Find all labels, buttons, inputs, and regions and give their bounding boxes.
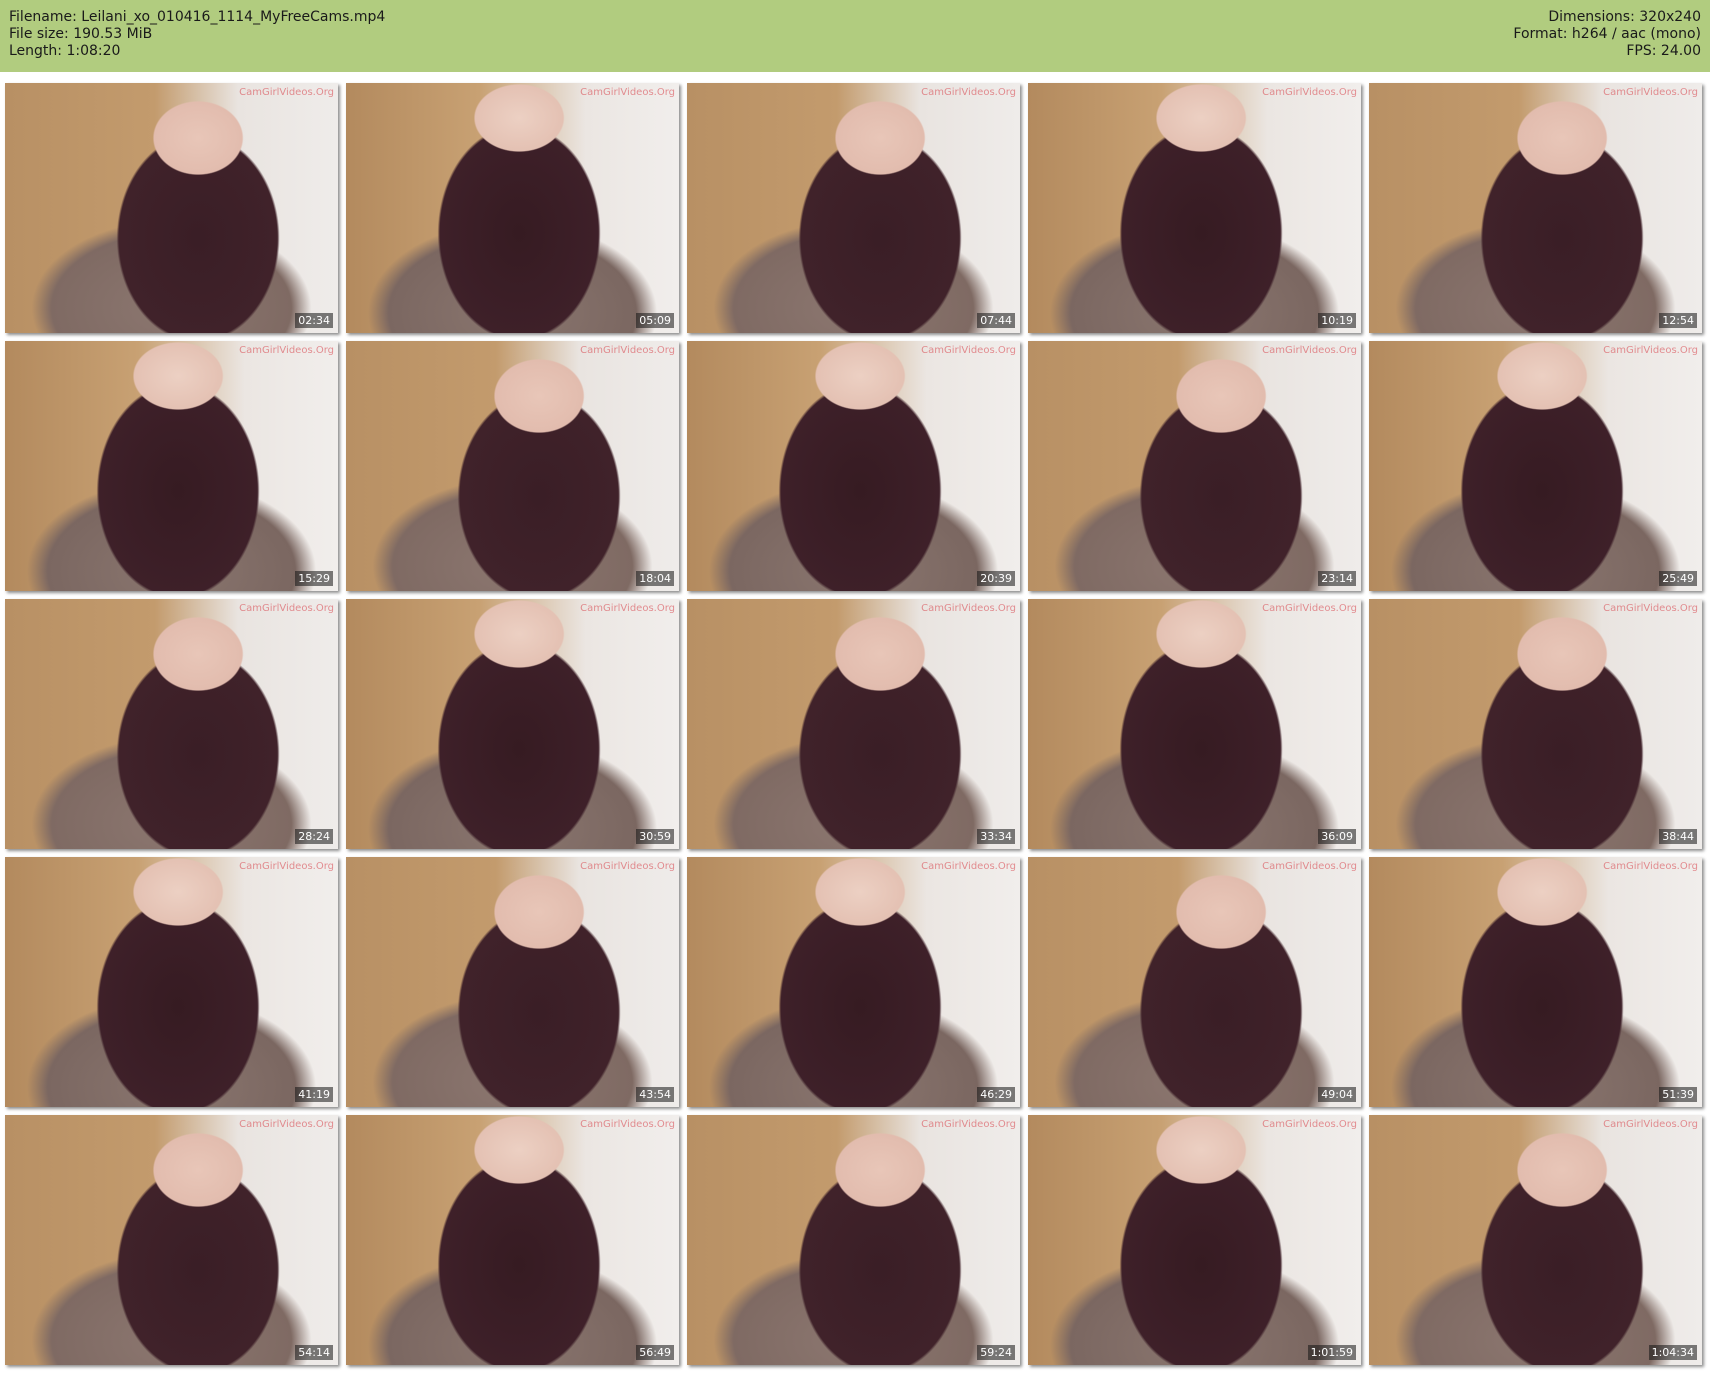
- video-thumbnail[interactable]: CamGirlVideos.Org 46:29: [687, 857, 1020, 1107]
- video-thumbnail[interactable]: CamGirlVideos.Org 10:19: [1028, 83, 1361, 333]
- video-thumbnail[interactable]: CamGirlVideos.Org 1:01:59: [1028, 1115, 1361, 1365]
- watermark: CamGirlVideos.Org: [1603, 603, 1698, 614]
- format-text: Format: h264 / aac (mono): [1513, 26, 1701, 42]
- dimensions-text: Dimensions: 320x240: [1548, 9, 1701, 25]
- video-thumbnail[interactable]: CamGirlVideos.Org 02:34: [5, 83, 338, 333]
- thumbnail-timestamp: 10:19: [1318, 313, 1356, 328]
- video-thumbnail[interactable]: CamGirlVideos.Org 05:09: [346, 83, 679, 333]
- thumbnail-timestamp: 20:39: [977, 571, 1015, 586]
- video-thumbnail[interactable]: CamGirlVideos.Org 20:39: [687, 341, 1020, 591]
- watermark: CamGirlVideos.Org: [1262, 861, 1357, 872]
- watermark: CamGirlVideos.Org: [1603, 345, 1698, 356]
- watermark: CamGirlVideos.Org: [1603, 87, 1698, 98]
- watermark: CamGirlVideos.Org: [239, 87, 334, 98]
- thumbnail-timestamp: 54:14: [295, 1345, 333, 1360]
- thumbnail-timestamp: 1:01:59: [1307, 1345, 1356, 1360]
- thumbnail-timestamp: 38:44: [1659, 829, 1697, 844]
- thumbnail-timestamp: 59:24: [977, 1345, 1015, 1360]
- thumbnail-timestamp: 28:24: [295, 829, 333, 844]
- video-thumbnail[interactable]: CamGirlVideos.Org 23:14: [1028, 341, 1361, 591]
- watermark: CamGirlVideos.Org: [1262, 87, 1357, 98]
- watermark: CamGirlVideos.Org: [921, 603, 1016, 614]
- video-thumbnail[interactable]: CamGirlVideos.Org 59:24: [687, 1115, 1020, 1365]
- watermark: CamGirlVideos.Org: [1262, 1119, 1357, 1130]
- thumbnail-timestamp: 1:04:34: [1648, 1345, 1697, 1360]
- thumbnail-timestamp: 15:29: [295, 571, 333, 586]
- video-thumbnail[interactable]: CamGirlVideos.Org 51:39: [1369, 857, 1702, 1107]
- watermark: CamGirlVideos.Org: [921, 1119, 1016, 1130]
- thumbnail-timestamp: 18:04: [636, 571, 674, 586]
- thumbnail-timestamp: 41:19: [295, 1087, 333, 1102]
- video-thumbnail[interactable]: CamGirlVideos.Org 30:59: [346, 599, 679, 849]
- video-thumbnail[interactable]: CamGirlVideos.Org 36:09: [1028, 599, 1361, 849]
- watermark: CamGirlVideos.Org: [1262, 345, 1357, 356]
- thumbnail-timestamp: 07:44: [977, 313, 1015, 328]
- thumbnail-timestamp: 46:29: [977, 1087, 1015, 1102]
- video-thumbnail[interactable]: CamGirlVideos.Org 18:04: [346, 341, 679, 591]
- video-thumbnail[interactable]: CamGirlVideos.Org 54:14: [5, 1115, 338, 1365]
- video-thumbnail[interactable]: CamGirlVideos.Org 38:44: [1369, 599, 1702, 849]
- video-thumbnail[interactable]: CamGirlVideos.Org 25:49: [1369, 341, 1702, 591]
- file-info-left: Filename: Leilani_xo_010416_1114_MyFreeC…: [9, 9, 385, 60]
- video-thumbnail[interactable]: CamGirlVideos.Org 28:24: [5, 599, 338, 849]
- thumbnail-timestamp: 25:49: [1659, 571, 1697, 586]
- watermark: CamGirlVideos.Org: [580, 345, 675, 356]
- watermark: CamGirlVideos.Org: [239, 1119, 334, 1130]
- video-thumbnail[interactable]: CamGirlVideos.Org 07:44: [687, 83, 1020, 333]
- thumbnail-timestamp: 05:09: [636, 313, 674, 328]
- video-thumbnail[interactable]: CamGirlVideos.Org 49:04: [1028, 857, 1361, 1107]
- watermark: CamGirlVideos.Org: [580, 1119, 675, 1130]
- video-thumbnail[interactable]: CamGirlVideos.Org 15:29: [5, 341, 338, 591]
- thumbnail-timestamp: 12:54: [1659, 313, 1697, 328]
- thumbnail-timestamp: 23:14: [1318, 571, 1356, 586]
- info-header: Filename: Leilani_xo_010416_1114_MyFreeC…: [0, 0, 1710, 72]
- thumbnail-timestamp: 02:34: [295, 313, 333, 328]
- thumbnail-timestamp: 30:59: [636, 829, 674, 844]
- watermark: CamGirlVideos.Org: [580, 87, 675, 98]
- thumbnail-timestamp: 36:09: [1318, 829, 1356, 844]
- video-thumbnail[interactable]: CamGirlVideos.Org 33:34: [687, 599, 1020, 849]
- thumbnail-grid: CamGirlVideos.Org 02:34 CamGirlVideos.Org 0…: [5, 83, 1705, 1365]
- watermark: CamGirlVideos.Org: [239, 345, 334, 356]
- video-thumbnail[interactable]: CamGirlVideos.Org 56:49: [346, 1115, 679, 1365]
- video-thumbnail[interactable]: CamGirlVideos.Org 43:54: [346, 857, 679, 1107]
- file-info-right: Dimensions: 320x240 Format: h264 / aac (…: [1513, 9, 1701, 60]
- watermark: CamGirlVideos.Org: [580, 861, 675, 872]
- filename-text: Filename: Leilani_xo_010416_1114_MyFreeC…: [9, 9, 386, 25]
- watermark: CamGirlVideos.Org: [239, 861, 334, 872]
- filesize-text: File size: 190.53 MiB: [9, 26, 153, 42]
- watermark: CamGirlVideos.Org: [1262, 603, 1357, 614]
- watermark: CamGirlVideos.Org: [580, 603, 675, 614]
- watermark: CamGirlVideos.Org: [921, 861, 1016, 872]
- length-text: Length: 1:08:20: [9, 43, 121, 59]
- thumbnail-timestamp: 33:34: [977, 829, 1015, 844]
- watermark: CamGirlVideos.Org: [921, 87, 1016, 98]
- video-thumbnail[interactable]: CamGirlVideos.Org 1:04:34: [1369, 1115, 1702, 1365]
- video-thumbnail[interactable]: CamGirlVideos.Org 12:54: [1369, 83, 1702, 333]
- watermark: CamGirlVideos.Org: [239, 603, 334, 614]
- watermark: CamGirlVideos.Org: [1603, 861, 1698, 872]
- fps-text: FPS: 24.00: [1626, 43, 1701, 59]
- video-thumbnail[interactable]: CamGirlVideos.Org 41:19: [5, 857, 338, 1107]
- thumbnail-timestamp: 51:39: [1659, 1087, 1697, 1102]
- thumbnail-timestamp: 43:54: [636, 1087, 674, 1102]
- watermark: CamGirlVideos.Org: [921, 345, 1016, 356]
- watermark: CamGirlVideos.Org: [1603, 1119, 1698, 1130]
- thumbnail-timestamp: 49:04: [1318, 1087, 1356, 1102]
- thumbnail-timestamp: 56:49: [636, 1345, 674, 1360]
